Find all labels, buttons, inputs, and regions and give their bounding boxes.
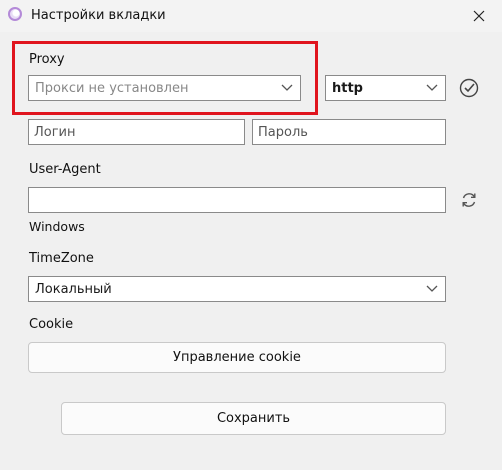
login-placeholder: Логин (34, 124, 76, 140)
user-agent-field[interactable] (28, 187, 446, 213)
check-proxy-button[interactable] (458, 77, 480, 99)
save-button[interactable]: Сохранить (61, 402, 446, 435)
title-bar: Настройки вкладки (0, 0, 502, 32)
os-label: Windows (29, 219, 85, 234)
close-button[interactable] (456, 0, 502, 32)
chevron-down-icon (425, 282, 439, 296)
proxy-highlight-frame (12, 41, 318, 115)
manage-cookie-button[interactable]: Управление cookie (28, 342, 446, 373)
check-circle-icon (459, 78, 479, 98)
user-agent-label: User-Agent (29, 162, 101, 177)
password-field[interactable]: Пароль (252, 119, 446, 145)
timezone-select[interactable]: Локальный (28, 276, 446, 302)
protocol-select[interactable]: http (325, 75, 446, 101)
password-placeholder: Пароль (258, 124, 308, 140)
protocol-select-value: http (332, 80, 363, 96)
close-icon (473, 10, 485, 22)
refresh-icon (462, 193, 476, 207)
refresh-user-agent-button[interactable] (458, 189, 480, 211)
login-field[interactable]: Логин (28, 119, 245, 145)
window-title: Настройки вкладки (31, 8, 166, 23)
timezone-select-value: Локальный (35, 281, 112, 297)
cookie-label: Cookie (29, 317, 74, 332)
chevron-down-icon (425, 81, 439, 95)
app-logo-icon (8, 7, 22, 21)
timezone-label: TimeZone (29, 251, 94, 266)
